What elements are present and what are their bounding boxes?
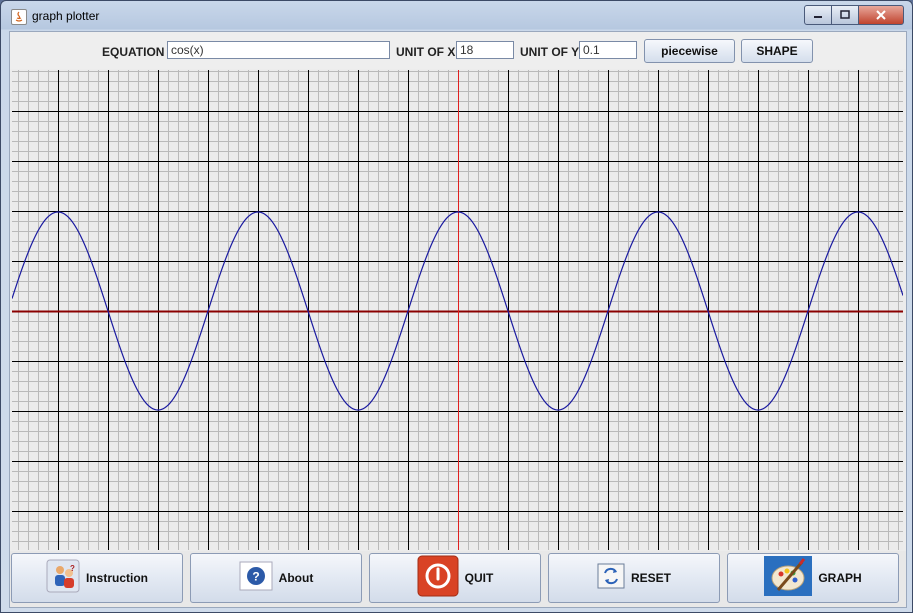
instruction-button[interactable]: ? Instruction xyxy=(11,553,183,603)
bottom-button-bar: ? Instruction ? About QUIT RESET GRAPH xyxy=(10,551,906,607)
svg-text:?: ? xyxy=(252,569,259,583)
reset-label: RESET xyxy=(630,571,671,585)
piecewise-button[interactable]: piecewise xyxy=(644,39,735,63)
reset-icon xyxy=(597,563,625,594)
unit-y-label: UNIT OF Y xyxy=(520,45,580,59)
minor-grid xyxy=(12,70,903,550)
close-icon xyxy=(876,10,886,20)
java-app-icon xyxy=(11,9,27,25)
graph-label: GRAPH xyxy=(818,571,862,585)
instruction-icon: ? xyxy=(46,559,80,598)
graph-canvas[interactable] xyxy=(12,70,903,550)
equation-label: EQUATION xyxy=(102,45,165,59)
graph-button[interactable]: GRAPH xyxy=(727,553,899,603)
client-area: EQUATION UNIT OF X UNIT OF Y piecewise S… xyxy=(9,31,907,608)
instruction-label: Instruction xyxy=(86,571,148,585)
graph-svg xyxy=(12,70,903,550)
help-icon: ? xyxy=(239,561,273,596)
shape-button[interactable]: SHAPE xyxy=(741,39,813,63)
window-title: graph plotter xyxy=(32,9,100,23)
maximize-button[interactable] xyxy=(831,5,859,25)
minimize-icon xyxy=(814,16,822,18)
unit-x-label: UNIT OF X xyxy=(396,45,456,59)
svg-text:?: ? xyxy=(70,564,75,573)
power-icon xyxy=(417,555,459,602)
palette-icon xyxy=(764,555,813,601)
maximize-icon xyxy=(840,10,850,19)
unit-y-input[interactable] xyxy=(579,41,637,59)
quit-label: QUIT xyxy=(464,571,494,585)
about-button[interactable]: ? About xyxy=(190,553,362,603)
about-label: About xyxy=(278,571,314,585)
app-window: graph plotter EQUATION UNIT OF X UNIT OF… xyxy=(0,0,913,613)
minimize-button[interactable] xyxy=(804,5,832,25)
title-bar[interactable]: graph plotter xyxy=(1,1,912,31)
close-button[interactable] xyxy=(858,5,904,25)
unit-x-input[interactable] xyxy=(456,41,514,59)
quit-button[interactable]: QUIT xyxy=(369,553,541,603)
toolbar: EQUATION UNIT OF X UNIT OF Y piecewise S… xyxy=(10,32,906,69)
equation-input[interactable] xyxy=(167,41,390,59)
reset-button[interactable]: RESET xyxy=(548,553,720,603)
